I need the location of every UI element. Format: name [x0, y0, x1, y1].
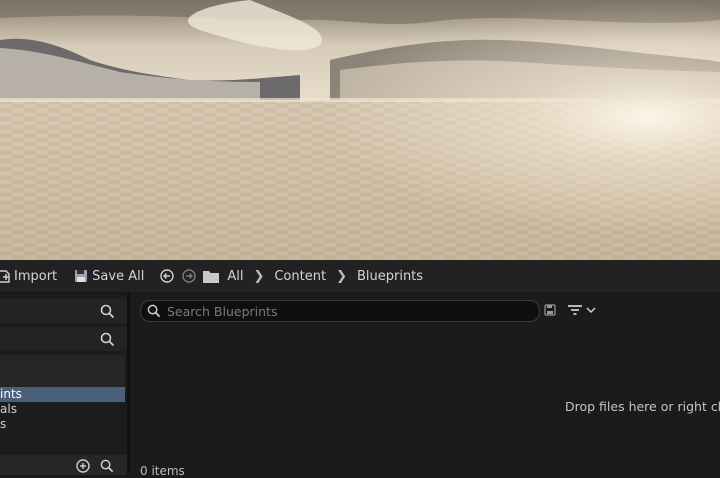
add-collection-icon[interactable] — [76, 459, 90, 473]
forward-arrow-icon — [182, 269, 197, 283]
breadcrumb-all[interactable]: All — [227, 269, 243, 284]
import-icon — [0, 270, 10, 283]
back-arrow-icon — [160, 269, 175, 283]
item-count: 0 items — [140, 464, 185, 478]
save-search-icon[interactable] — [544, 304, 556, 316]
sources-panel: ints als s — [0, 293, 130, 475]
forward-button[interactable] — [182, 269, 197, 283]
tree-item-materials[interactable]: als — [0, 402, 125, 417]
tree-empty-row — [0, 355, 125, 387]
drop-hint-text: Drop files here or right click — [565, 399, 720, 414]
breadcrumb-content[interactable]: Content — [274, 269, 326, 284]
save-all-button[interactable]: Save All — [74, 269, 144, 284]
search-input[interactable] — [167, 303, 517, 319]
chevron-down-icon[interactable] — [586, 306, 596, 314]
breadcrumb-blueprints[interactable]: Blueprints — [357, 269, 423, 284]
tree-item-meshes[interactable]: s — [0, 417, 125, 432]
content-header[interactable] — [0, 327, 127, 351]
content-browser-toolbar: Import Save All All ❯ Content ❯ Blueprin… — [0, 260, 720, 293]
search-icon[interactable] — [100, 459, 114, 473]
folder-picker-button[interactable] — [203, 270, 220, 283]
save-all-label: Save All — [92, 268, 145, 284]
import-label: Import — [14, 268, 58, 284]
level-viewport[interactable] — [0, 0, 720, 260]
folder-icon — [203, 270, 220, 283]
import-button[interactable]: Import — [0, 269, 57, 284]
tree-item-blueprints[interactable]: ints — [0, 387, 125, 402]
viewport-scene — [0, 0, 720, 260]
save-all-icon — [75, 270, 88, 282]
search-icon[interactable] — [100, 304, 115, 319]
favorites-header[interactable] — [0, 299, 127, 323]
filter-icon[interactable] — [567, 303, 583, 317]
search-icon — [147, 304, 161, 318]
asset-view[interactable]: Drop files here or right click 0 items — [130, 293, 720, 478]
search-icon[interactable] — [100, 332, 115, 347]
back-button[interactable] — [160, 269, 175, 283]
breadcrumb-chevron-icon[interactable]: ❯ — [253, 269, 264, 284]
search-box[interactable] — [140, 300, 540, 322]
collections-header[interactable] — [0, 455, 127, 475]
breadcrumb-chevron-icon[interactable]: ❯ — [336, 269, 347, 284]
